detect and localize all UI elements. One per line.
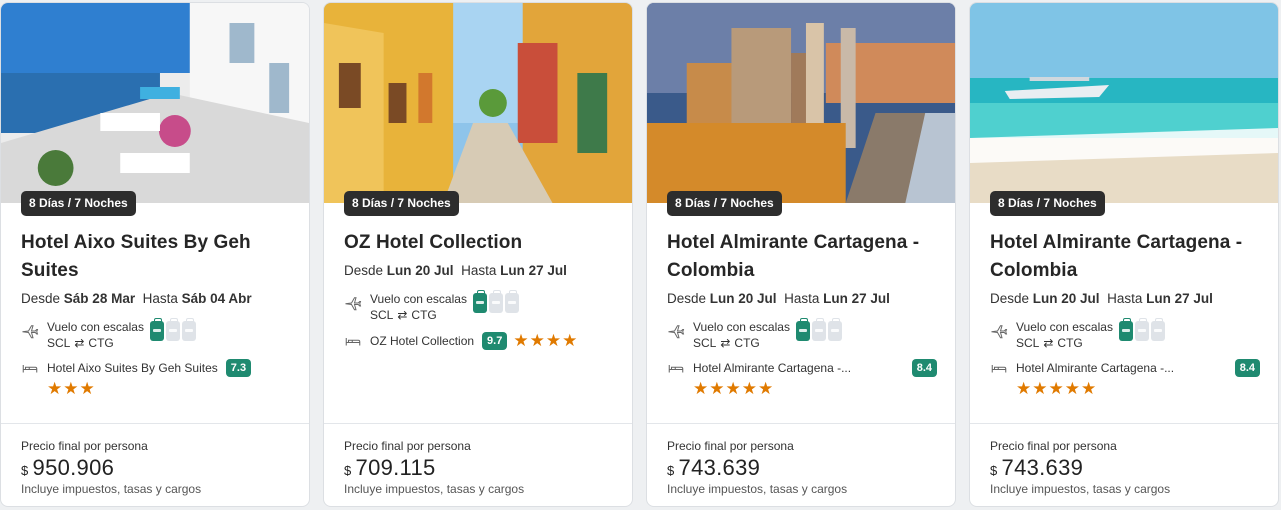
hotel-info: Hotel Almirante Cartagena -... 8.4 <box>990 359 1260 377</box>
cabin-bag-icon <box>165 318 180 341</box>
airplane-icon <box>668 325 685 339</box>
duration-badge: 8 Días / 7 Noches <box>667 191 782 216</box>
luggage-icons <box>149 318 196 341</box>
flight-type: Vuelo con escalas <box>370 292 467 306</box>
star-rating: ★★★★ <box>513 331 579 350</box>
travel-dates: Desde Lun 20 Jul Hasta Lun 27 Jul <box>344 263 567 278</box>
hotel-info: OZ Hotel Collection 9.7 ★★★★ <box>344 331 614 351</box>
duration-badge: 8 Días / 7 Noches <box>21 191 136 216</box>
route: SCL ⇄ CTG <box>693 336 760 350</box>
checked-bag-icon <box>827 318 842 341</box>
bed-icon <box>345 338 361 346</box>
hotel-photo[interactable] <box>647 3 955 203</box>
hotel-name: Hotel Aixo Suites By Geh Suites <box>47 361 218 375</box>
star-rating: ★★★★★ <box>693 379 775 398</box>
hotel-name: Hotel Almirante Cartagena -... <box>693 361 852 375</box>
travel-dates: Desde Lun 20 Jul Hasta Lun 27 Jul <box>990 291 1213 306</box>
price-value: $709.115 <box>344 455 436 480</box>
round-trip-arrows-icon: ⇄ <box>720 336 731 350</box>
hotel-photo[interactable] <box>324 3 632 203</box>
duration-badge: 8 Días / 7 Noches <box>990 191 1105 216</box>
round-trip-arrows-icon: ⇄ <box>1043 336 1054 350</box>
hotel-info: Hotel Almirante Cartagena -... 8.4 <box>667 359 937 377</box>
package-card[interactable]: 8 Días / 7 Noches Hotel Aixo Suites By G… <box>0 2 310 507</box>
flight-type: Vuelo con escalas <box>693 320 790 334</box>
luggage-icons <box>1118 318 1165 341</box>
flight-info: Vuelo con escalas SCL ⇄ CTG <box>990 318 1260 351</box>
price-block: Precio final por persona $709.115 Incluy… <box>344 439 525 496</box>
price-value: $743.639 <box>667 455 761 480</box>
luggage-icons <box>795 318 842 341</box>
cabin-bag-icon <box>488 290 503 313</box>
hotel-info: Hotel Aixo Suites By Geh Suites 7.3 <box>21 359 291 377</box>
price-block: Precio final por persona $743.639 Incluy… <box>667 439 848 496</box>
divider <box>647 423 955 424</box>
rating-badge: 8.4 <box>911 359 937 377</box>
bed-icon <box>22 365 38 373</box>
star-rating: ★★★ <box>47 379 96 398</box>
airplane-icon <box>22 325 39 339</box>
hotel-name: Hotel Almirante Cartagena -... <box>1016 361 1175 375</box>
round-trip-arrows-icon: ⇄ <box>74 336 85 350</box>
carry-on-bag-icon <box>472 290 487 313</box>
checked-bag-icon <box>1150 318 1165 341</box>
route: SCL ⇄ CTG <box>370 308 437 322</box>
checked-bag-icon <box>504 290 519 313</box>
carry-on-bag-icon <box>795 318 810 341</box>
duration-badge: 8 Días / 7 Noches <box>344 191 459 216</box>
flight-info: Vuelo con escalas SCL ⇄ CTG <box>344 290 614 323</box>
package-title[interactable]: Hotel Almirante Cartagena - Colombia <box>990 229 1260 285</box>
price-value: $950.906 <box>21 455 115 480</box>
carry-on-bag-icon <box>149 318 164 341</box>
divider <box>1 423 309 424</box>
rating-badge: 7.3 <box>225 359 252 377</box>
price-value: $743.639 <box>990 455 1084 480</box>
flight-info: Vuelo con escalas SCL ⇄ CTG <box>667 318 937 351</box>
package-title[interactable]: Hotel Aixo Suites By Geh Suites <box>21 229 291 285</box>
rating-badge: 8.4 <box>1234 359 1260 377</box>
round-trip-arrows-icon: ⇄ <box>397 308 408 322</box>
hotel-photo[interactable] <box>970 3 1278 203</box>
star-rating: ★★★★★ <box>1016 379 1098 398</box>
cabin-bag-icon <box>811 318 826 341</box>
hotel-photo[interactable] <box>1 3 309 203</box>
route: SCL ⇄ CTG <box>47 336 114 350</box>
price-block: Precio final por persona $743.639 Incluy… <box>990 439 1171 496</box>
package-title[interactable]: OZ Hotel Collection <box>344 229 614 257</box>
travel-dates: Desde Sáb 28 Mar Hasta Sáb 04 Abr <box>21 291 252 306</box>
package-card[interactable]: 8 Días / 7 Noches Hotel Almirante Cartag… <box>969 2 1279 507</box>
travel-dates: Desde Lun 20 Jul Hasta Lun 27 Jul <box>667 291 890 306</box>
checked-bag-icon <box>181 318 196 341</box>
bed-icon <box>668 365 684 373</box>
airplane-icon <box>345 297 362 311</box>
divider <box>324 423 632 424</box>
hotel-name: OZ Hotel Collection <box>370 334 475 348</box>
bed-icon <box>991 365 1007 373</box>
flight-info: Vuelo con escalas SCL ⇄ CTG <box>21 318 291 351</box>
package-card[interactable]: 8 Días / 7 Noches Hotel Almirante Cartag… <box>646 2 956 507</box>
package-title[interactable]: Hotel Almirante Cartagena - Colombia <box>667 229 937 285</box>
luggage-icons <box>472 290 519 313</box>
carry-on-bag-icon <box>1118 318 1133 341</box>
divider <box>970 423 1278 424</box>
route: SCL ⇄ CTG <box>1016 336 1083 350</box>
cabin-bag-icon <box>1134 318 1149 341</box>
rating-badge: 9.7 <box>482 332 508 350</box>
price-block: Precio final por persona $950.906 Incluy… <box>21 439 202 496</box>
package-card[interactable]: 8 Días / 7 Noches OZ Hotel Collection De… <box>323 2 633 507</box>
airplane-icon <box>991 325 1008 339</box>
flight-type: Vuelo con escalas <box>47 320 144 334</box>
flight-type: Vuelo con escalas <box>1016 320 1113 334</box>
